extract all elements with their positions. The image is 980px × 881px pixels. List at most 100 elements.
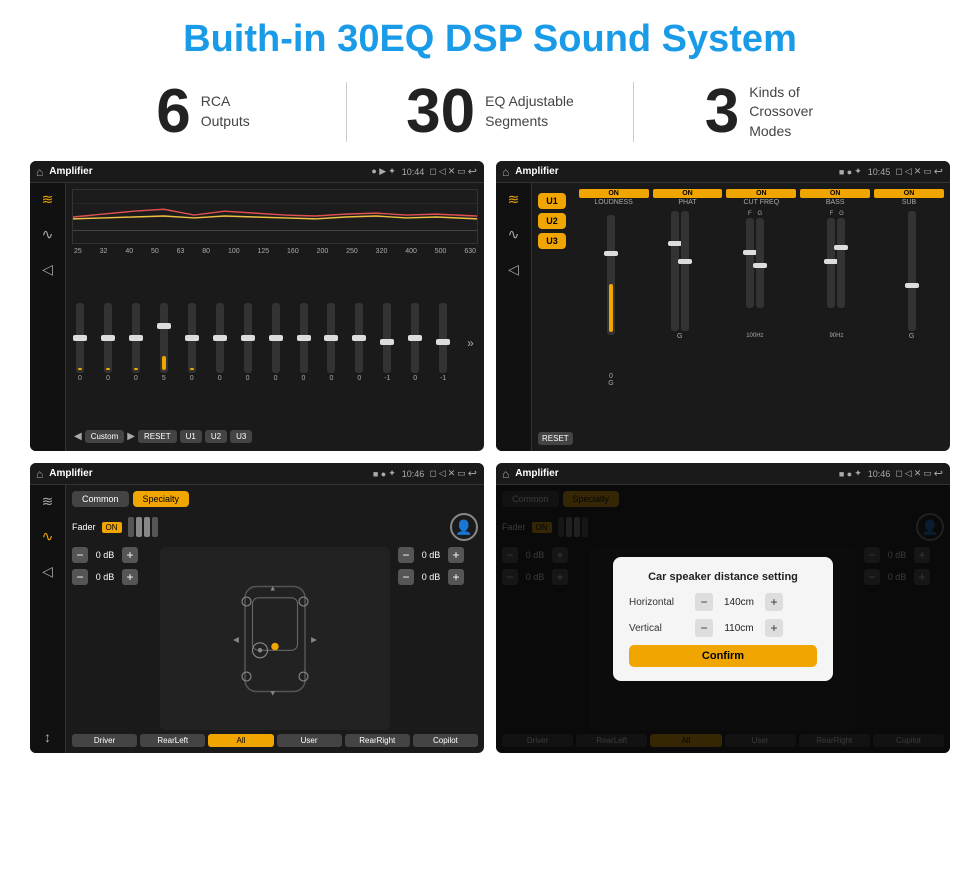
more-icon[interactable]: »: [467, 336, 474, 350]
speaker-icon-1[interactable]: ◁: [42, 261, 53, 278]
screenshots-grid: ⌂ Amplifier ● ▶ ✦ 10:44 ◻ ◁ ✕ ▭ ↩ ≋ ∿ ◁: [0, 153, 980, 763]
prev-button[interactable]: ◀: [74, 431, 82, 442]
db-plus-1[interactable]: +: [122, 547, 138, 563]
u2-btn[interactable]: U2: [205, 430, 227, 443]
svg-text:▲: ▲: [269, 583, 276, 592]
reset-btn-1[interactable]: RESET: [138, 430, 177, 443]
eq-slider-5[interactable]: 0: [188, 303, 196, 382]
home-icon-2[interactable]: ⌂: [502, 165, 509, 179]
screen-speaker-pos: ⌂ Amplifier ■ ● ✦ 10:46 ◻ ◁ ✕ ▭ ↩ ≋ ∿ ◁ …: [30, 463, 484, 753]
modal-overlay: Car speaker distance setting Horizontal …: [496, 485, 950, 753]
eq-slider-4[interactable]: 5: [160, 303, 168, 382]
home-icon-4[interactable]: ⌂: [502, 467, 509, 481]
back-icon-1[interactable]: ↩: [468, 165, 477, 178]
screen4-title: Amplifier: [515, 468, 839, 479]
wave-icon-2[interactable]: ∿: [508, 226, 520, 243]
eq-slider-14[interactable]: -1: [439, 303, 447, 382]
db-row-4: − 0 dB +: [398, 569, 478, 585]
stat-text-rca: RCA Outputs: [201, 92, 250, 131]
home-icon-1[interactable]: ⌂: [36, 165, 43, 179]
driver-btn[interactable]: Driver: [72, 734, 137, 747]
fader-bar-3: [144, 517, 150, 537]
eq-slider-7[interactable]: 0: [244, 303, 252, 382]
status-bar-4: ⌂ Amplifier ■ ● ✦ 10:46 ◻ ◁ ✕ ▭ ↩: [496, 463, 950, 485]
vertical-plus[interactable]: +: [765, 619, 783, 637]
db-plus-3[interactable]: +: [448, 547, 464, 563]
back-icon-4[interactable]: ↩: [934, 467, 943, 480]
dot-icons-2: ■ ●: [839, 167, 852, 177]
db-plus-2[interactable]: +: [122, 569, 138, 585]
rearleft-btn[interactable]: RearLeft: [140, 734, 205, 747]
stat-text-crossover: Kinds of Crossover Modes: [749, 83, 849, 142]
sp-left-icons: ≋ ∿ ◁ ↕: [30, 485, 66, 753]
reset-btn-2[interactable]: RESET: [538, 432, 573, 445]
vertical-minus[interactable]: −: [695, 619, 713, 637]
arrows-icon-3[interactable]: ↕: [44, 729, 51, 745]
vertical-value: 110cm: [719, 623, 759, 634]
horizontal-plus[interactable]: +: [765, 593, 783, 611]
u3-preset[interactable]: U3: [538, 233, 566, 249]
db-minus-1[interactable]: −: [72, 547, 88, 563]
eq-icon-2[interactable]: ≋: [508, 191, 520, 208]
screen3-title: Amplifier: [49, 468, 373, 479]
freq-25: 25: [74, 248, 82, 255]
user-btn[interactable]: User: [277, 734, 342, 747]
db-plus-4[interactable]: +: [448, 569, 464, 585]
stat-rca: 6 RCA Outputs: [60, 81, 346, 143]
eq-icon-active[interactable]: ≋: [42, 191, 54, 208]
freq-50: 50: [151, 248, 159, 255]
fader-on-badge[interactable]: ON: [102, 522, 122, 533]
db-minus-3[interactable]: −: [398, 547, 414, 563]
eq-slider-9[interactable]: 0: [300, 303, 308, 382]
db-minus-4[interactable]: −: [398, 569, 414, 585]
vol-icon-1: ◁: [439, 166, 446, 177]
db-value-3: 0 dB: [417, 550, 445, 560]
eq-slider-12[interactable]: -1: [383, 303, 391, 382]
specialty-tab[interactable]: Specialty: [133, 491, 190, 507]
eq-slider-2[interactable]: 0: [104, 303, 112, 382]
speaker-icon-3[interactable]: ◁: [42, 563, 53, 580]
eq-slider-11[interactable]: 0: [355, 303, 363, 382]
common-tab[interactable]: Common: [72, 491, 129, 507]
status-bar-1: ⌂ Amplifier ● ▶ ✦ 10:44 ◻ ◁ ✕ ▭ ↩: [30, 161, 484, 183]
u2-preset[interactable]: U2: [538, 213, 566, 229]
eq-slider-6[interactable]: 0: [216, 303, 224, 382]
eq-slider-10[interactable]: 0: [327, 303, 335, 382]
dot-icons-1: ● ▶: [371, 166, 386, 177]
eq-icon-3[interactable]: ≋: [42, 493, 54, 510]
cr-left-icons: ≋ ∿ ◁: [496, 183, 532, 451]
back-icon-3[interactable]: ↩: [468, 467, 477, 480]
speaker-icon-2[interactable]: ◁: [508, 261, 519, 278]
u1-btn[interactable]: U1: [180, 430, 202, 443]
eq-bottom-bar: ◀ Custom ▶ RESET U1 U2 U3: [72, 426, 478, 445]
location-icon-3: ✦: [388, 468, 396, 479]
copilot-btn[interactable]: Copilot: [413, 734, 478, 747]
freq-160: 160: [287, 248, 299, 255]
profile-icon-3[interactable]: 👤: [450, 513, 478, 541]
rearright-btn[interactable]: RearRight: [345, 734, 410, 747]
time-4: 10:46: [868, 469, 891, 479]
u3-btn[interactable]: U3: [230, 430, 252, 443]
all-btn[interactable]: All: [208, 734, 273, 747]
next-button[interactable]: ▶: [127, 431, 135, 442]
eq-slider-13[interactable]: 0: [411, 303, 419, 382]
horizontal-minus[interactable]: −: [695, 593, 713, 611]
wave-icon-1[interactable]: ∿: [42, 226, 54, 243]
eq-slider-3[interactable]: 0: [132, 303, 140, 382]
back-icon-2[interactable]: ↩: [934, 165, 943, 178]
home-icon-3[interactable]: ⌂: [36, 467, 43, 481]
stat-text-eq: EQ Adjustable Segments: [485, 92, 574, 131]
vertical-label: Vertical: [629, 623, 689, 634]
x-icon-1: ✕: [448, 166, 456, 177]
freq-100: 100: [228, 248, 240, 255]
custom-btn[interactable]: Custom: [85, 430, 125, 443]
confirm-button[interactable]: Confirm: [629, 645, 817, 667]
eq-slider-1[interactable]: 0: [76, 303, 84, 382]
eq-slider-8[interactable]: 0: [272, 303, 280, 382]
sp-right-controls: − 0 dB + − 0 dB +: [398, 547, 478, 730]
db-row-2: − 0 dB +: [72, 569, 152, 585]
page-title: Buith-in 30EQ DSP Sound System: [0, 0, 980, 71]
u1-preset[interactable]: U1: [538, 193, 566, 209]
db-minus-2[interactable]: −: [72, 569, 88, 585]
wave-icon-3[interactable]: ∿: [42, 528, 54, 545]
